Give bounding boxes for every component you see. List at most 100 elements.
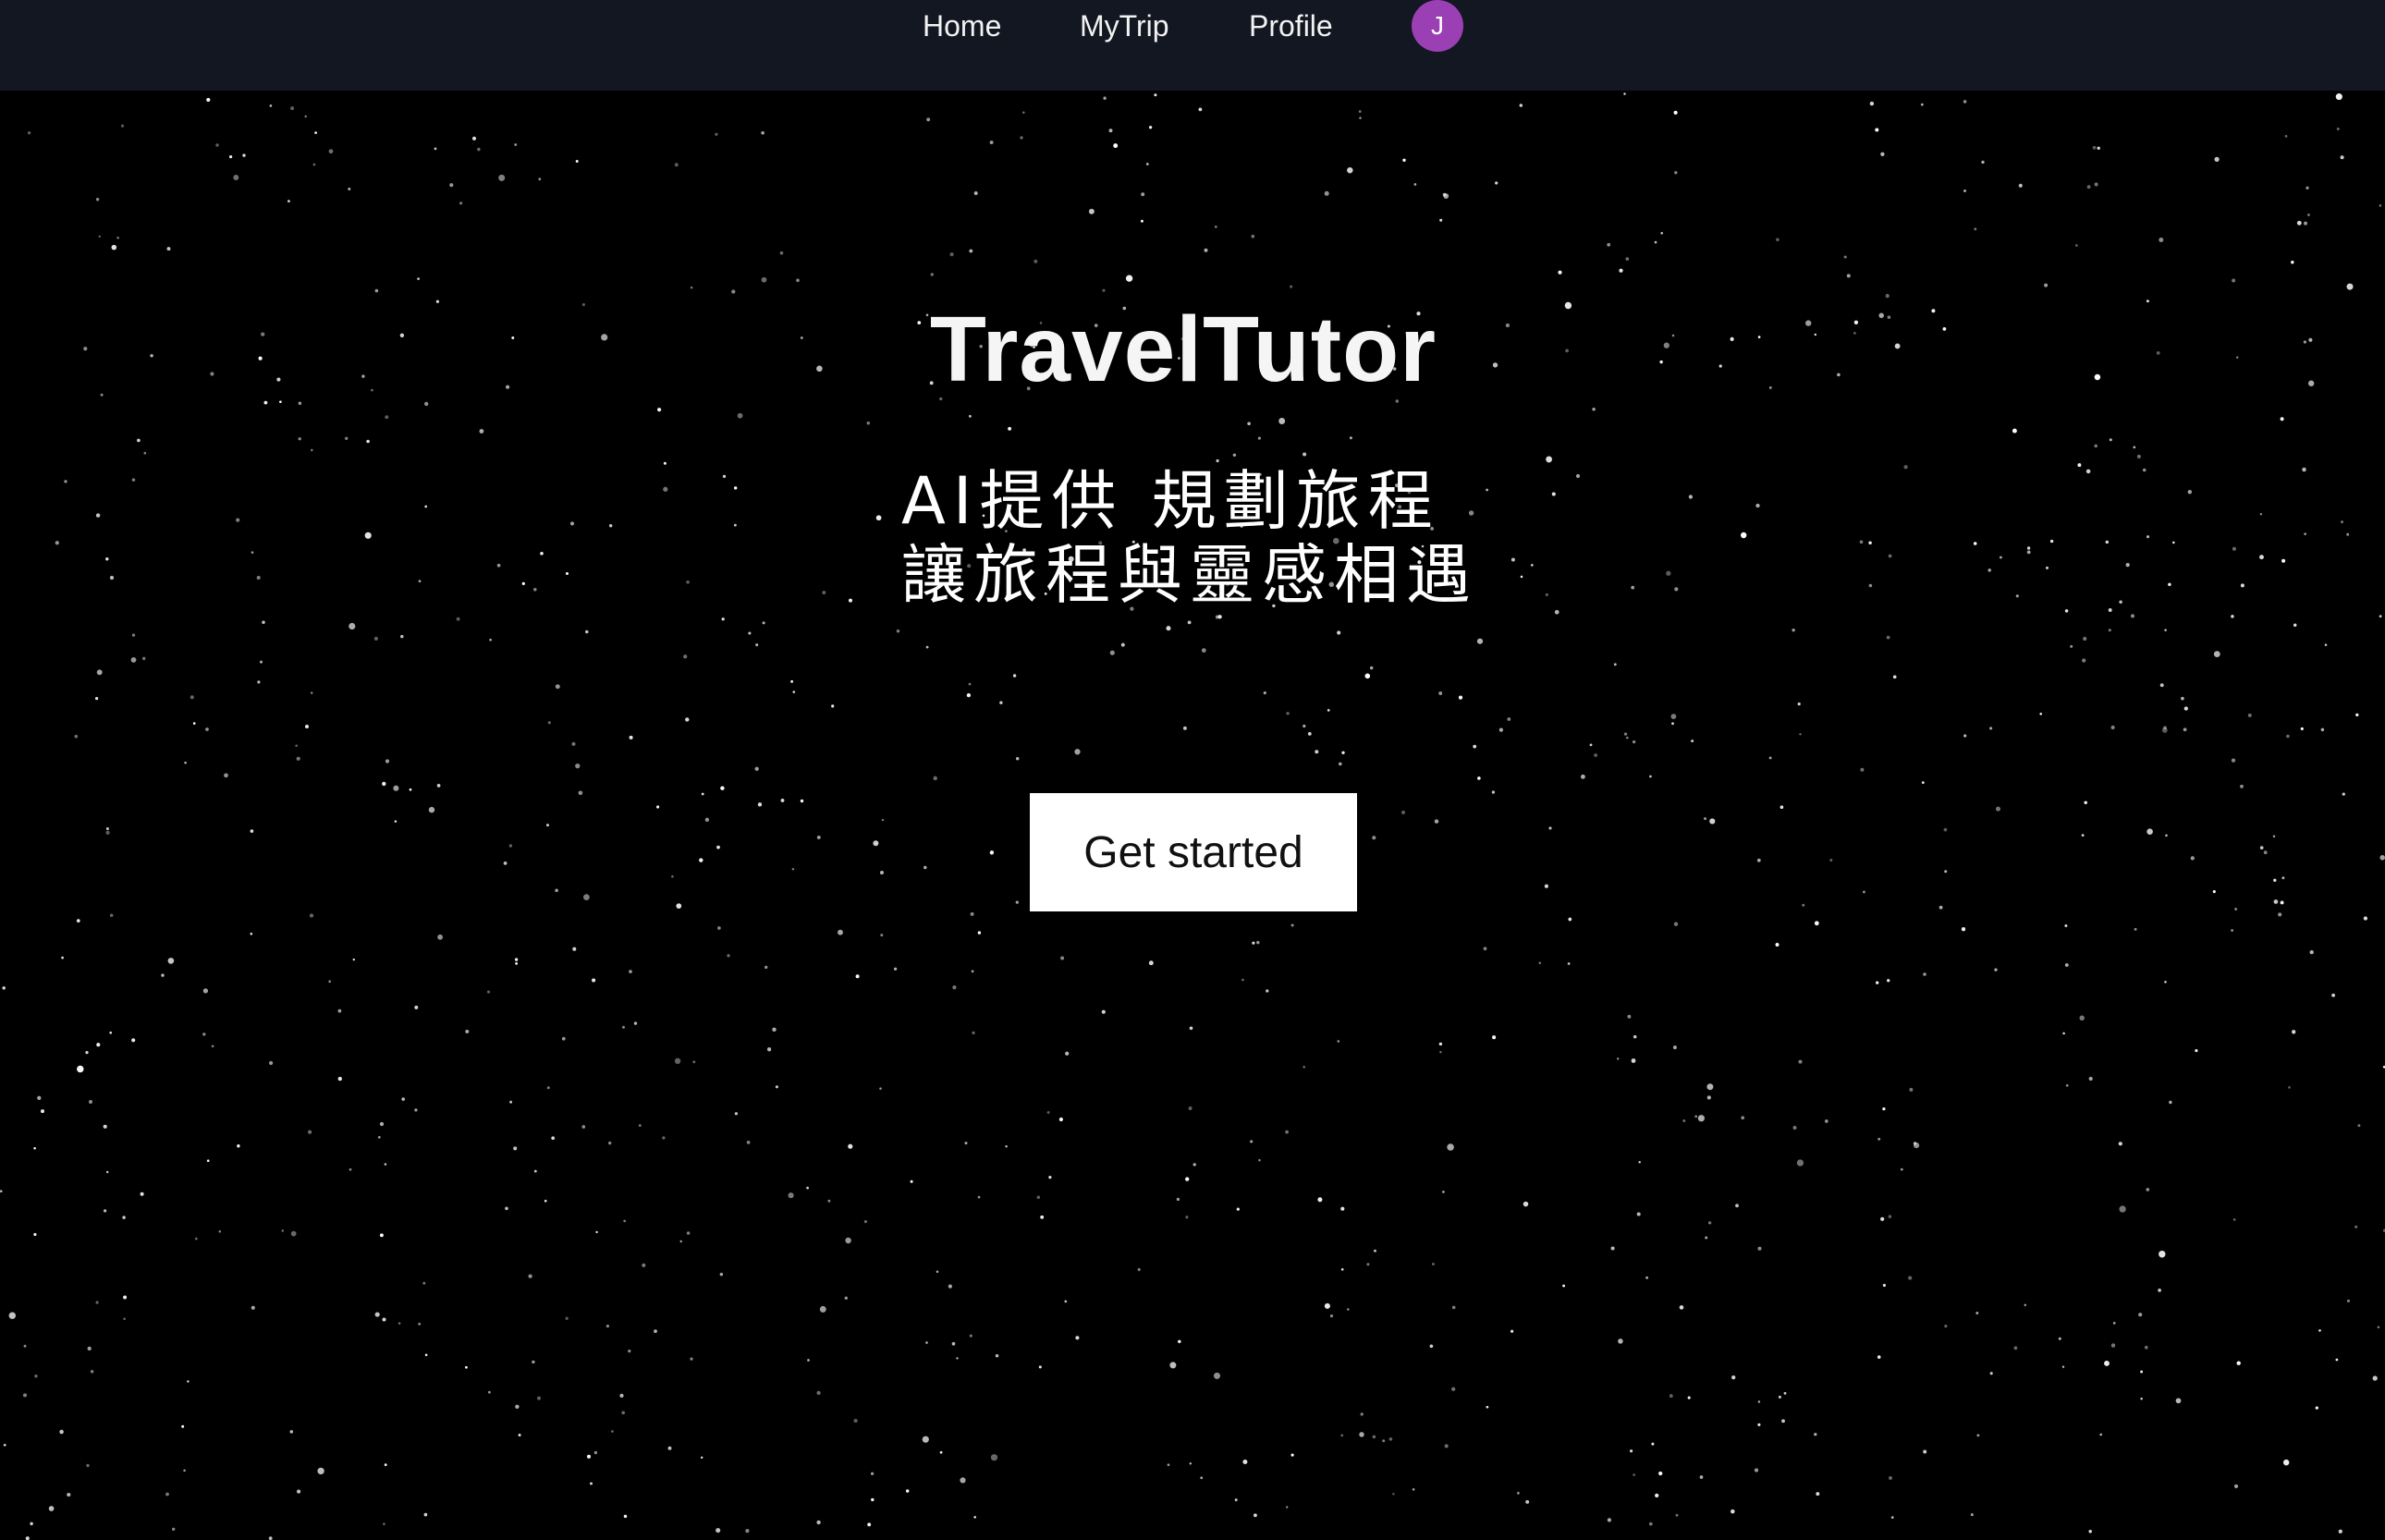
get-started-button[interactable]: Get started — [1030, 793, 1357, 911]
star — [2363, 916, 2368, 921]
star — [515, 1404, 520, 1409]
star — [116, 237, 119, 239]
star — [1359, 116, 1362, 119]
star — [989, 141, 994, 145]
star — [2379, 204, 2382, 207]
star — [2, 986, 6, 990]
star — [1631, 1058, 1636, 1063]
star — [1890, 1516, 1894, 1519]
user-avatar[interactable]: J — [1412, 0, 1463, 52]
star — [384, 1163, 387, 1166]
star — [1439, 1050, 1442, 1054]
star — [202, 988, 209, 994]
star — [1252, 941, 1255, 945]
star — [130, 657, 137, 663]
star — [295, 744, 299, 748]
star — [508, 844, 513, 848]
star — [514, 958, 519, 961]
star — [30, 1522, 33, 1526]
star — [1568, 917, 1572, 922]
star — [590, 1482, 593, 1485]
star — [344, 436, 349, 441]
star — [578, 790, 583, 796]
star — [85, 1050, 89, 1055]
star — [2232, 546, 2236, 551]
star — [393, 785, 399, 791]
star — [2195, 1049, 2198, 1053]
star — [2081, 834, 2085, 837]
star — [745, 1528, 750, 1534]
star — [593, 1450, 598, 1455]
star — [2134, 927, 2137, 931]
star — [2231, 929, 2233, 932]
star — [966, 692, 972, 698]
star — [2296, 220, 2302, 226]
star — [1824, 1119, 1828, 1123]
star — [926, 117, 931, 122]
star — [1438, 691, 1443, 695]
nav-link-profile[interactable]: Profile — [1249, 6, 1333, 46]
star — [287, 200, 290, 202]
star — [449, 183, 454, 188]
star — [586, 1454, 592, 1459]
star — [1538, 961, 1542, 965]
star — [1125, 275, 1133, 282]
star — [863, 1220, 867, 1224]
star — [1607, 1518, 1612, 1522]
star — [1148, 960, 1154, 966]
star — [140, 1192, 144, 1196]
star — [1876, 981, 1879, 984]
star — [1888, 554, 1892, 558]
star — [312, 163, 316, 166]
star — [281, 1229, 285, 1232]
star — [855, 974, 860, 979]
star — [33, 1146, 36, 1150]
star — [414, 1005, 419, 1009]
star — [2086, 185, 2091, 189]
star — [2165, 834, 2168, 837]
star — [1444, 1444, 1449, 1448]
star — [2183, 727, 2187, 732]
landing-page: Home MyTrip Profile J TravelTutor AI提供 規… — [0, 0, 2385, 1540]
star — [1412, 1487, 1415, 1491]
star — [1594, 753, 1597, 757]
star — [583, 894, 590, 900]
star — [1636, 1212, 1641, 1216]
star — [1476, 638, 1484, 644]
star — [131, 633, 136, 637]
star — [1064, 1300, 1068, 1303]
nav-link-mytrip[interactable]: MyTrip — [1080, 6, 1169, 46]
star — [819, 1305, 826, 1313]
star — [2079, 1015, 2085, 1021]
star — [1673, 922, 1679, 926]
star — [1251, 234, 1255, 238]
star — [1185, 1216, 1189, 1219]
star — [90, 1370, 94, 1374]
star — [2159, 1250, 2166, 1258]
star — [1887, 979, 1890, 983]
star — [1632, 739, 1636, 744]
star — [2168, 582, 2171, 587]
star — [1510, 1329, 1514, 1333]
star — [2280, 900, 2284, 905]
star — [2336, 127, 2340, 131]
star — [1757, 1400, 1761, 1403]
star — [1783, 1391, 1787, 1395]
star — [1347, 166, 1353, 174]
star — [123, 1295, 128, 1300]
star — [1289, 285, 1293, 288]
star — [1290, 1453, 1294, 1457]
star — [968, 414, 972, 418]
star — [206, 97, 211, 103]
star — [1388, 1436, 1393, 1441]
star — [161, 973, 165, 977]
star — [775, 1085, 778, 1089]
star — [120, 124, 125, 128]
nav-link-home[interactable]: Home — [923, 6, 1001, 46]
star — [2315, 1406, 2318, 1410]
star — [1944, 1325, 1948, 1328]
star — [1843, 255, 1847, 259]
star — [546, 824, 549, 827]
star — [1140, 219, 1144, 223]
star — [1976, 1434, 1980, 1437]
